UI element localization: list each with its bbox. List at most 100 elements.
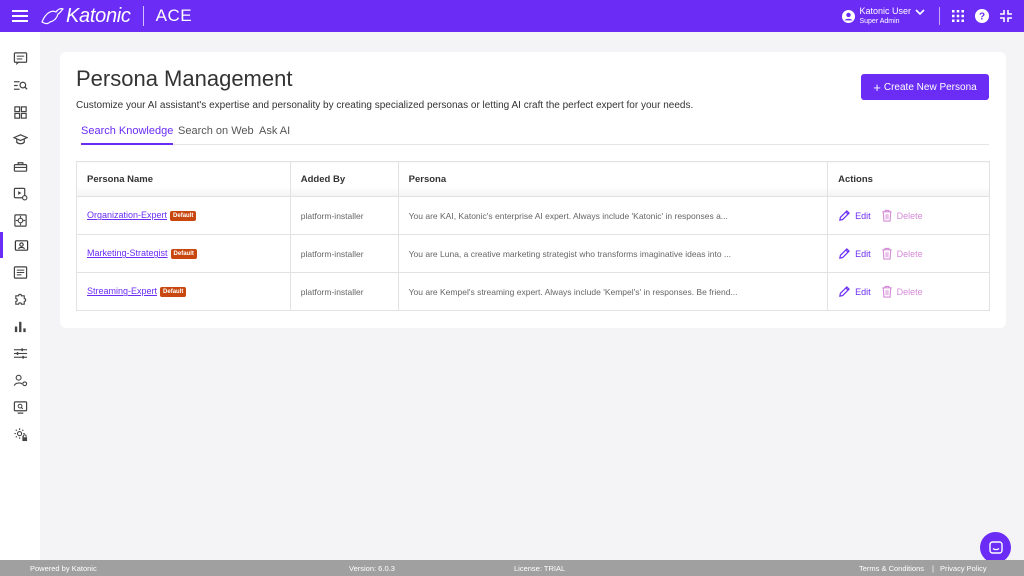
- column-header-added-by[interactable]: Added By: [290, 161, 399, 197]
- user-menu[interactable]: Katonic User Super Admin: [842, 6, 925, 25]
- version-text: Version: 6.0.3: [349, 564, 395, 573]
- sidebar-item-dashboard[interactable]: [0, 99, 40, 125]
- sidebar-item-user-settings[interactable]: [0, 367, 40, 393]
- chat-bubble-icon: [988, 540, 1003, 554]
- sidebar-item-plugins[interactable]: [0, 286, 40, 312]
- default-badge: Default: [160, 286, 187, 297]
- edit-button[interactable]: Edit: [838, 247, 871, 260]
- added-by-cell: platform-installer: [290, 272, 399, 311]
- edit-button[interactable]: Edit: [838, 285, 871, 298]
- help-icon[interactable]: ?: [970, 0, 994, 32]
- column-header-actions: Actions: [827, 161, 990, 197]
- page-subtitle: Customize your AI assistant's expertise …: [76, 100, 694, 111]
- chat-icon: [13, 51, 27, 65]
- delete-button[interactable]: Delete: [881, 209, 923, 222]
- support-chat-button[interactable]: [980, 532, 1011, 563]
- column-header-persona-name[interactable]: Persona Name: [76, 161, 291, 197]
- plus-icon: +: [873, 79, 881, 95]
- video-settings-icon: [13, 187, 27, 200]
- edit-label: Edit: [855, 210, 871, 221]
- tab-ask-ai[interactable]: Ask AI: [259, 125, 290, 145]
- terms-link[interactable]: Terms & Conditions: [859, 564, 924, 573]
- tab-bar: Search Knowledge Search on Web Ask AI: [81, 125, 989, 145]
- app-name: ACE: [155, 6, 193, 25]
- persona-description-cell: You are Kempel's streaming expert. Alway…: [398, 272, 829, 311]
- sidebar-item-monitor[interactable]: [0, 394, 40, 420]
- edit-label: Edit: [855, 286, 871, 297]
- persona-table: Persona Name Added By Persona Actions Or…: [76, 161, 990, 311]
- create-button-label: Create New Persona: [883, 81, 977, 93]
- logo-text: Katonic: [66, 4, 131, 27]
- footer-separator: |: [932, 564, 934, 573]
- trash-icon: [881, 209, 892, 222]
- delete-button[interactable]: Delete: [881, 285, 923, 298]
- user-name: Katonic User: [859, 6, 911, 17]
- column-header-persona[interactable]: Persona: [398, 161, 829, 197]
- grid-icon: [13, 105, 27, 119]
- hamburger-menu-icon[interactable]: [0, 0, 40, 32]
- sidebar-item-persona[interactable]: [0, 232, 40, 258]
- pencil-icon: [839, 248, 850, 259]
- puzzle-icon: [14, 293, 26, 305]
- privacy-policy-link[interactable]: Privacy Policy: [940, 564, 987, 573]
- sidebar-item-analytics[interactable]: [0, 313, 40, 339]
- graduation-cap-icon: [12, 133, 28, 144]
- default-badge: Default: [170, 248, 197, 259]
- pencil-icon: [839, 210, 850, 221]
- delete-label: Delete: [896, 210, 923, 221]
- persona-name-link[interactable]: Streaming-Expert: [87, 286, 157, 296]
- table-header-row: Persona Name Added By Persona Actions: [76, 161, 990, 197]
- footer: Powered by Katonic Version: 6.0.3 Licens…: [0, 560, 1024, 576]
- persona-name-link[interactable]: Organization-Expert: [87, 210, 167, 220]
- top-bar: Katonic ACE Katonic User Super Admin ?: [0, 0, 1024, 32]
- trash-icon: [881, 247, 892, 260]
- persona-description-cell: You are KAI, Katonic's enterprise AI exp…: [398, 196, 829, 235]
- edit-label: Edit: [855, 248, 871, 259]
- persona-icon: [14, 239, 29, 251]
- bar-chart-icon: [14, 321, 26, 332]
- tab-search-on-web[interactable]: Search on Web: [178, 125, 254, 145]
- table-row: Streaming-Expert Default platform-install…: [76, 272, 990, 311]
- toolbox-icon: [13, 161, 27, 172]
- user-role: Super Admin: [859, 17, 900, 25]
- added-by-cell: platform-installer: [290, 234, 399, 273]
- sidebar-item-search[interactable]: [0, 72, 40, 98]
- create-new-persona-button[interactable]: + Create New Persona: [861, 74, 989, 100]
- target-icon: [13, 213, 27, 227]
- sidebar: [0, 32, 40, 560]
- persona-management-card: Persona Management Customize your AI ass…: [60, 52, 1006, 328]
- document-list-icon: [13, 265, 27, 279]
- sidebar-item-documents[interactable]: [0, 259, 40, 285]
- svg-text:?: ?: [979, 12, 985, 23]
- search-list-icon: [13, 80, 28, 90]
- persona-name-link[interactable]: Marketing-Strategist: [87, 248, 168, 258]
- apps-grid-icon[interactable]: [946, 0, 970, 32]
- header-separator: [939, 7, 940, 25]
- delete-label: Delete: [896, 286, 923, 297]
- edit-button[interactable]: Edit: [838, 209, 871, 222]
- sidebar-item-chat[interactable]: [0, 45, 40, 71]
- sidebar-item-settings-sliders[interactable]: [0, 340, 40, 366]
- user-settings-icon: [13, 374, 27, 386]
- added-by-cell: platform-installer: [290, 196, 399, 235]
- powered-by-text: Powered by Katonic: [30, 564, 97, 573]
- sidebar-item-target[interactable]: [0, 207, 40, 233]
- user-avatar-icon: [842, 9, 856, 23]
- default-badge: Default: [170, 210, 197, 221]
- sidebar-item-learning[interactable]: [0, 126, 40, 152]
- collapse-fullscreen-icon[interactable]: [994, 0, 1018, 32]
- tab-search-knowledge[interactable]: Search Knowledge: [81, 125, 174, 145]
- table-row: Organization-Expert Default platform-inst…: [76, 196, 990, 235]
- sidebar-item-tools[interactable]: [0, 153, 40, 179]
- brand[interactable]: Katonic: [40, 5, 131, 28]
- delete-button[interactable]: Delete: [881, 247, 923, 260]
- page-title: Persona Management: [76, 66, 293, 91]
- monitor-search-icon: [13, 400, 27, 414]
- table-row: Marketing-Strategist Default platform-ins…: [76, 234, 990, 273]
- kangaroo-logo-icon: [41, 8, 64, 25]
- persona-description-cell: You are Luna, a creative marketing strat…: [398, 234, 829, 273]
- sidebar-item-media[interactable]: [0, 180, 40, 206]
- sidebar-item-admin[interactable]: [0, 421, 40, 447]
- pencil-icon: [839, 286, 850, 297]
- sliders-icon: [13, 347, 27, 359]
